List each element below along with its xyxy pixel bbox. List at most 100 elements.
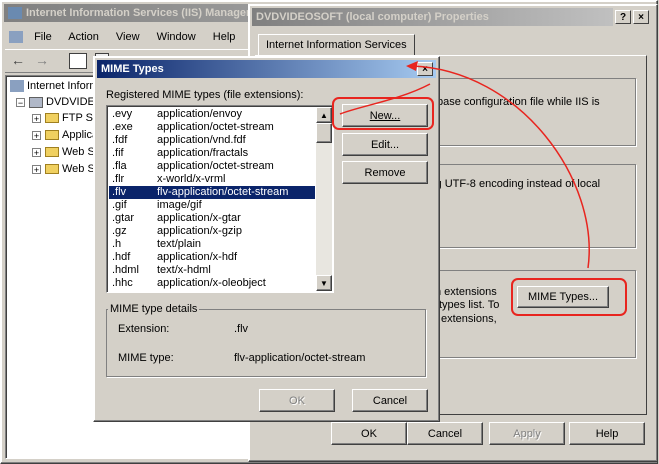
mime-row-type: application/octet-stream [157, 121, 274, 133]
menu-icon[interactable] [9, 31, 23, 44]
mime-row-type: text/plain [157, 238, 202, 250]
mime-list-row[interactable]: .fla application/octet-stream [109, 160, 315, 173]
mime-rows: .evy application/envoy .exe application/oct… [109, 108, 315, 290]
mime-close-button[interactable]: × [417, 62, 433, 76]
mime-details-label: MIME type details [108, 303, 200, 315]
folder-icon [45, 130, 59, 141]
menu-help[interactable]: Help [213, 31, 236, 43]
mime-details-group [106, 309, 426, 377]
mime-row-type: application/vnd.fdf [157, 134, 246, 146]
mime-row-type: application/fractals [157, 147, 249, 159]
mime-row-type: flv-application/octet-stream [157, 186, 289, 198]
expand-icon[interactable]: + [32, 130, 41, 140]
forward-icon[interactable]: → [35, 52, 49, 68]
edit-button[interactable]: Edit... [342, 133, 428, 156]
mime-list-row[interactable]: .gz application/x-gzip [109, 225, 315, 238]
mime-list-row[interactable]: .h text/plain [109, 238, 315, 251]
mime-list-row[interactable]: .flr x-world/x-vrml [109, 173, 315, 186]
mime-row-extension: .h [112, 238, 122, 250]
mime-row-type: x-world/x-vrml [157, 173, 226, 185]
mime-types-highlight [511, 278, 627, 316]
mime-row-extension: .fla [112, 160, 127, 172]
mime-desc-line-3: extensions, [441, 313, 497, 325]
utf8-text: ing UTF-8 encoding instead of local [427, 178, 601, 190]
config-text: base configuration file while IIS is [437, 96, 600, 108]
mime-type-value: flv-application/octet-stream [234, 352, 366, 364]
scroll-thumb[interactable] [316, 123, 332, 143]
mime-row-extension: .gz [112, 225, 127, 237]
mime-row-type: application/octet-stream [157, 160, 274, 172]
extension-label: Extension: [118, 323, 170, 335]
mime-row-type: text/x-hdml [157, 264, 211, 276]
mime-row-type: application/x-gtar [157, 212, 241, 224]
computer-icon [29, 96, 43, 108]
mime-list-row[interactable]: .evy application/envoy [109, 108, 315, 121]
mime-cancel-button[interactable]: Cancel [352, 389, 428, 412]
iis-title-text: Internet Information Services (IIS) Mana… [26, 7, 251, 19]
mime-row-extension: .fif [112, 147, 124, 159]
expand-icon[interactable]: + [32, 113, 41, 123]
mime-row-extension: .exe [112, 121, 133, 133]
show-tree-icon[interactable] [69, 53, 87, 69]
properties-cancel-button[interactable]: Cancel [407, 422, 483, 445]
menu-window[interactable]: Window [157, 31, 196, 43]
mime-row-extension: .hdf [112, 251, 131, 263]
mime-desc-line-2: types list. To [439, 299, 500, 311]
properties-title-bar[interactable]: DVDVIDEOSOFT (local computer) Properties [252, 8, 613, 26]
extension-value: .flv [234, 323, 249, 335]
mime-type-label: MIME type: [118, 352, 174, 364]
mime-desc-line-1: n extensions [435, 286, 497, 298]
mime-row-type: application/x-hdf [157, 251, 238, 263]
mime-list-row[interactable]: .fdf application/vnd.fdf [109, 134, 315, 147]
mime-row-extension: .hdml [112, 264, 139, 276]
mime-row-extension: .gtar [112, 212, 135, 224]
tab-internet-information-services[interactable]: Internet Information Services [258, 34, 415, 55]
mime-row-extension: .flr [112, 173, 125, 185]
mime-list-row[interactable]: .hhc application/x-oleobject [109, 277, 315, 290]
menu-action[interactable]: Action [68, 31, 99, 43]
expand-icon[interactable]: + [32, 147, 41, 157]
iis-title-icon [8, 7, 22, 19]
folder-icon [45, 113, 59, 124]
folder-icon [45, 147, 59, 158]
folder-icon [45, 164, 59, 175]
properties-help-button[interactable]: ? [615, 10, 631, 24]
menu-file[interactable]: File [34, 31, 52, 43]
mime-row-extension: .evy [112, 108, 133, 120]
iis-menubar: File Action View Window Help [9, 29, 249, 45]
scrollbar[interactable]: ▲ ▼ [316, 107, 332, 291]
mime-row-extension: .hhc [112, 277, 133, 289]
mime-list-row[interactable]: .flv flv-application/octet-stream [109, 186, 315, 199]
mime-list-row[interactable]: .hdf application/x-hdf [109, 251, 315, 264]
properties-help-bottom-button[interactable]: Help [569, 422, 645, 445]
expand-icon[interactable]: + [32, 164, 41, 174]
mime-ok-button[interactable]: OK [259, 389, 335, 412]
menu-view[interactable]: View [116, 31, 140, 43]
mime-list-row[interactable]: .gtar application/x-gtar [109, 212, 315, 225]
mime-list-row[interactable]: .exe application/octet-stream [109, 121, 315, 134]
mime-row-extension: .gif [112, 199, 127, 211]
mime-row-extension: .flv [112, 186, 127, 198]
scroll-up-button[interactable]: ▲ [316, 107, 332, 123]
scroll-down-button[interactable]: ▼ [316, 275, 332, 291]
mime-types-dialog: MIME Types × Registered MIME types (file… [93, 56, 440, 422]
mime-list[interactable]: .evy application/envoy .exe application/oct… [106, 105, 334, 293]
properties-title-text: DVDVIDEOSOFT (local computer) Properties [256, 11, 489, 23]
remove-button[interactable]: Remove [342, 161, 428, 184]
new-button-highlight [332, 97, 434, 130]
mime-list-row[interactable]: .gif image/gif [109, 199, 315, 212]
mime-title-text: MIME Types [101, 63, 164, 75]
mime-row-type: application/x-oleobject [157, 277, 266, 289]
properties-ok-button[interactable]: OK [331, 422, 407, 445]
mime-row-extension: .fdf [112, 134, 128, 146]
mime-list-label: Registered MIME types (file extensions): [106, 89, 304, 101]
mime-title-bar[interactable]: MIME Types [97, 60, 436, 78]
mime-list-row[interactable]: .fif application/fractals [109, 147, 315, 160]
properties-apply-button[interactable]: Apply [489, 422, 565, 445]
properties-close-button[interactable]: × [633, 10, 649, 24]
iis-root-icon [10, 80, 24, 93]
back-icon[interactable]: ← [11, 52, 25, 68]
mime-list-row[interactable]: .hdml text/x-hdml [109, 264, 315, 277]
collapse-icon[interactable]: − [16, 97, 25, 107]
mime-row-type: application/x-gzip [157, 225, 242, 237]
